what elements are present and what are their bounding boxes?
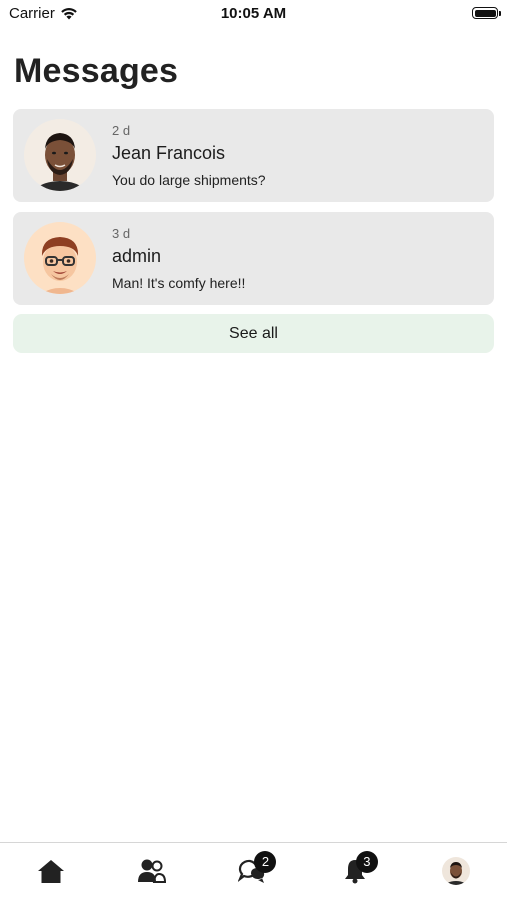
message-card-jean-francois[interactable]: 2 d Jean Francois You do large shipments… [13,109,494,202]
status-bar: Carrier 10:05 AM [0,0,507,30]
sender-name: admin [112,246,162,266]
home-icon [37,859,64,883]
battery-icon [472,7,501,19]
status-time: 10:05 AM [220,5,287,22]
page-title: Messages [14,52,179,90]
message-time: 2 d [112,123,131,138]
sender-name: Jean Francois [112,143,226,163]
tab-people[interactable] [132,851,172,891]
tab-profile[interactable] [436,851,476,891]
message-time: 3 d [112,226,131,241]
tab-notifications[interactable]: 3 [335,850,378,891]
message-list: 2 d Jean Francois You do large shipments… [13,109,494,315]
see-all-button[interactable]: See all [13,314,494,353]
tab-home[interactable] [31,851,71,891]
tab-bar: 2 3 [0,842,507,900]
profile-avatar [442,856,471,885]
memoji-avatar [24,222,96,294]
tab-chats[interactable]: 2 [233,850,277,891]
messages-screen: Carrier 10:05 AM Messages 2 d Jean Franc… [0,0,507,900]
message-card-admin[interactable]: 3 d admin Man! It's comfy here!! [13,212,494,305]
message-preview: Man! It's comfy here!! [112,275,246,291]
person-photo-avatar [24,119,96,191]
chat-badge: 2 [254,850,277,873]
people-icon [138,859,167,883]
notification-badge: 3 [355,850,378,873]
message-preview: You do large shipments? [112,172,266,188]
